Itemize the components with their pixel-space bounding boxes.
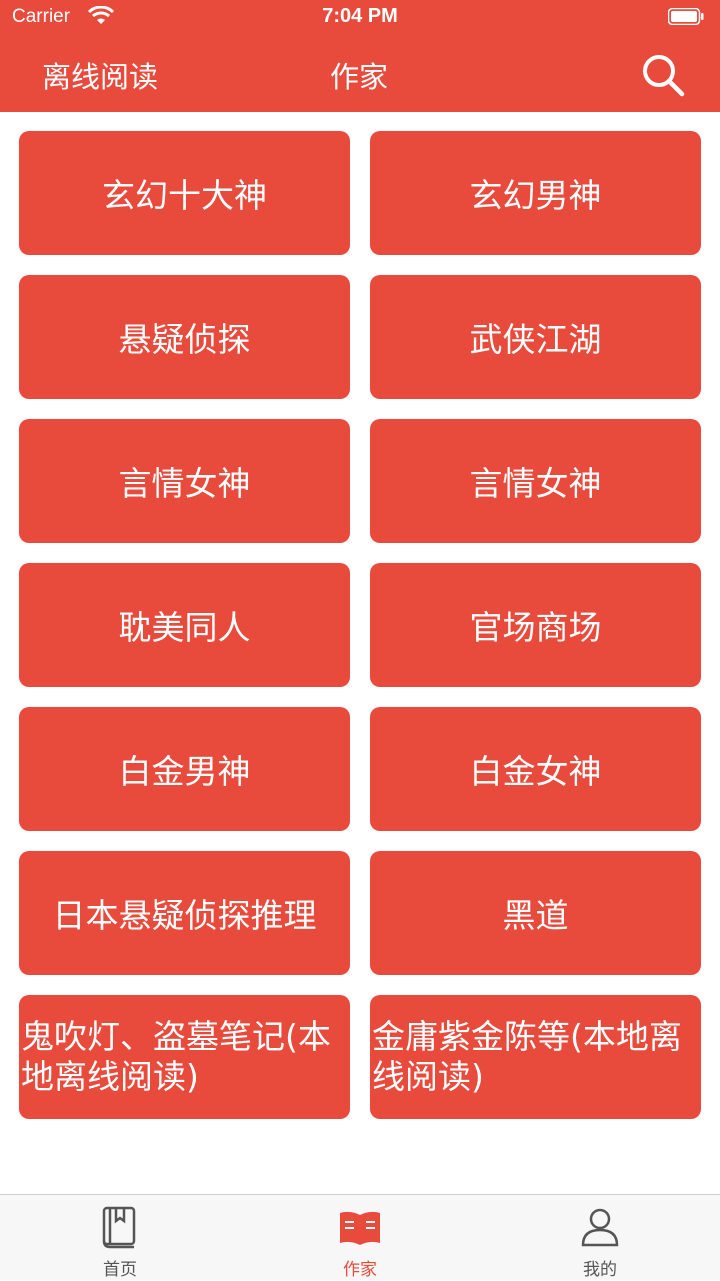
tab-label: 首页 xyxy=(103,1260,137,1280)
category-button[interactable]: 黑道 xyxy=(370,851,701,975)
tab-writers[interactable]: 作家 xyxy=(300,1195,420,1281)
category-button[interactable]: 玄幻十大神 xyxy=(19,131,350,255)
status-bar: Carrier 7:04 PM xyxy=(0,0,720,36)
book-icon xyxy=(102,1206,136,1249)
status-time: 7:04 PM xyxy=(322,5,398,27)
tab-mine[interactable]: 我的 xyxy=(540,1195,660,1281)
tab-label: 我的 xyxy=(583,1260,617,1280)
nav-bar: 离线阅读 作家 xyxy=(0,36,720,112)
page-title: 作家 xyxy=(330,60,389,94)
category-button[interactable]: 官场商场 xyxy=(370,563,701,687)
offline-reading-button[interactable]: 离线阅读 xyxy=(42,54,158,96)
category-button[interactable]: 白金女神 xyxy=(370,707,701,831)
category-button[interactable]: 耽美同人 xyxy=(19,563,350,687)
search-icon[interactable] xyxy=(640,52,686,98)
category-button[interactable]: 武侠江湖 xyxy=(370,275,701,399)
tab-home[interactable]: 首页 xyxy=(60,1195,180,1281)
category-button[interactable]: 金庸紫金陈等(本地离线阅读) xyxy=(370,995,701,1119)
category-button[interactable]: 悬疑侦探 xyxy=(19,275,350,399)
category-button[interactable]: 言情女神 xyxy=(19,419,350,543)
person-icon xyxy=(581,1208,619,1247)
open-book-icon xyxy=(340,1211,380,1245)
category-button[interactable]: 言情女神 xyxy=(370,419,701,543)
category-button[interactable]: 玄幻男神 xyxy=(370,131,701,255)
battery-icon xyxy=(668,8,704,25)
category-button[interactable]: 白金男神 xyxy=(19,707,350,831)
category-button[interactable]: 鬼吹灯、盗墓笔记(本地离线阅读) xyxy=(19,995,350,1119)
tab-label: 作家 xyxy=(343,1260,377,1280)
tab-bar: 首页 作家 我的 xyxy=(0,1194,720,1280)
category-button[interactable]: 日本悬疑侦探推理 xyxy=(19,851,350,975)
